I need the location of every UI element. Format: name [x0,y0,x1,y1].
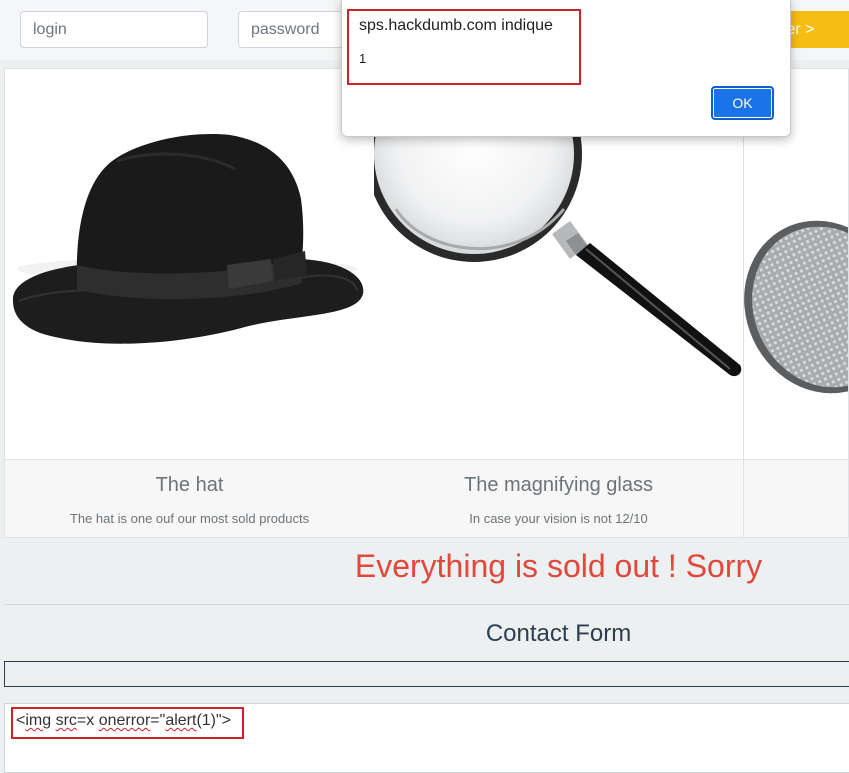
msg-part: < [16,712,26,729]
alert-message-text: 1 [359,51,367,66]
product-card-footer: The magnifying glass In case your vision… [374,459,743,537]
alert-origin-text: sps.hackdumb.com indique [359,17,553,34]
product-card-footer: The hat The hat is one ouf our most sold… [5,459,374,537]
product-description: In case your vision is not 12/10 [469,511,648,526]
hat-image [5,69,374,459]
contact-message-value: <img src=x onerror="alert(1)"> [16,712,231,730]
login-input[interactable] [20,11,208,48]
msg-part-misspelled: onerror [98,712,151,729]
alert-dialog: sps.hackdumb.com indique 1 OK [341,0,791,137]
alert-ok-button[interactable]: OK [711,86,774,120]
section-divider [4,604,849,605]
sold-out-notice: Everything is sold out ! Sorry [354,548,763,584]
product-card-hat[interactable]: The hat The hat is one ouf our most sold… [5,69,375,537]
contact-name-field[interactable] [4,661,849,687]
product-card-magnifying-glass[interactable]: The magnifying glass In case your vision… [374,69,744,537]
msg-part-misspelled: alert [165,712,197,729]
msg-part: =x [76,712,99,729]
product-title: The hat [155,474,224,496]
product-card-footer [744,459,848,537]
product-grid: The hat The hat is one ouf our most sold… [4,68,849,538]
msg-part-misspelled: src [55,712,77,729]
msg-part-misspelled: img [25,712,52,729]
product-description: The hat is one ouf our most sold product… [69,511,310,526]
product-title: The magnifying glass [464,474,653,496]
contact-form-title: Contact Form [485,620,632,647]
product-card-racket[interactable] [744,69,848,537]
msg-part: =" [150,712,166,729]
msg-part: (1)"> [196,712,232,729]
